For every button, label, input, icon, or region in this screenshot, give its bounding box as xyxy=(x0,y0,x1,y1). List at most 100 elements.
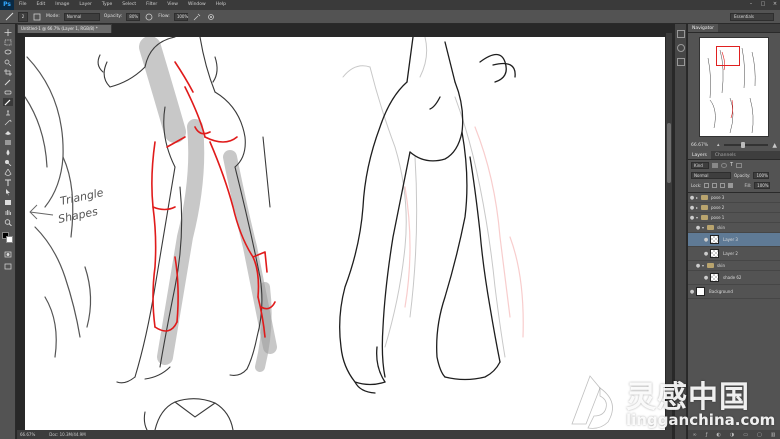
visibility-eye-icon[interactable]: ● xyxy=(688,205,696,211)
link-icon[interactable]: ∞ xyxy=(693,432,697,438)
hand-tool-icon[interactable] xyxy=(3,208,13,216)
visibility-eye-icon[interactable]: ● xyxy=(688,289,696,295)
tab-layers[interactable]: Layers xyxy=(688,151,711,159)
close-button[interactable]: × xyxy=(772,1,778,8)
navigator-zoom-slider[interactable] xyxy=(723,142,769,148)
fx-icon[interactable]: ƒ xyxy=(706,432,708,438)
tab-navigator[interactable]: Navigator xyxy=(688,24,719,32)
visibility-eye-icon[interactable]: ● xyxy=(694,225,702,231)
airbrush-icon[interactable] xyxy=(192,12,202,22)
shape-tool-icon[interactable] xyxy=(3,198,13,206)
menu-image[interactable]: Image xyxy=(50,0,74,10)
layer-row-selected[interactable]: ● Layer 3 xyxy=(688,233,780,247)
layer-row[interactable]: ● ▾ skin xyxy=(688,261,780,271)
menu-file[interactable]: File xyxy=(14,0,32,10)
minimize-button[interactable]: – xyxy=(748,1,754,8)
workspace-select[interactable]: Essentials xyxy=(730,13,774,21)
lock-pixels-icon[interactable] xyxy=(712,182,718,188)
menu-help[interactable]: Help xyxy=(211,0,231,10)
blend-mode-select[interactable]: Normal xyxy=(691,171,731,179)
menu-view[interactable]: View xyxy=(162,0,183,10)
pressure-opacity-icon[interactable] xyxy=(144,12,154,22)
adjustment-icon[interactable]: ◑ xyxy=(730,432,734,438)
lock-transparency-icon[interactable] xyxy=(704,182,710,188)
lock-position-icon[interactable] xyxy=(720,182,726,188)
zoom-in-icon[interactable]: ▲ xyxy=(772,142,777,149)
layer-row[interactable]: ● ▸ pose 3 xyxy=(688,193,780,203)
visibility-eye-icon[interactable]: ● xyxy=(702,251,710,257)
new-layer-icon[interactable]: ▢ xyxy=(757,432,762,438)
brush-tool-preset-icon[interactable] xyxy=(4,12,14,22)
menu-select[interactable]: Select xyxy=(117,0,141,10)
mask-icon[interactable]: ◐ xyxy=(716,432,720,438)
menu-edit[interactable]: Edit xyxy=(32,0,51,10)
layer-row[interactable]: ● ▾ pose 1 xyxy=(688,213,780,223)
fill-input[interactable]: 100% xyxy=(754,181,771,189)
marquee-tool-icon[interactable] xyxy=(3,38,13,46)
pen-tool-icon[interactable] xyxy=(3,168,13,176)
lock-all-icon[interactable] xyxy=(728,182,734,188)
tab-channels[interactable]: Channels xyxy=(711,151,740,159)
layer-opacity-input[interactable]: 100% xyxy=(753,171,770,179)
filter-pixel-icon[interactable] xyxy=(712,162,718,168)
zoom-out-icon[interactable]: ▴ xyxy=(717,142,720,148)
navigator-view-box[interactable] xyxy=(716,46,740,66)
zoom-tool-icon[interactable] xyxy=(3,218,13,226)
layer-row[interactable]: ● Layer 2 xyxy=(688,247,780,261)
menu-filter[interactable]: Filter xyxy=(141,0,162,10)
scrollbar-thumb[interactable] xyxy=(667,123,671,183)
visibility-eye-icon[interactable]: ● xyxy=(702,275,710,281)
clone-stamp-tool-icon[interactable] xyxy=(3,108,13,116)
gradient-tool-icon[interactable] xyxy=(3,138,13,146)
filter-shape-icon[interactable] xyxy=(736,162,743,168)
menu-window[interactable]: Window xyxy=(183,0,211,10)
screen-mode-icon[interactable] xyxy=(3,262,13,270)
pressure-size-icon[interactable] xyxy=(206,12,216,22)
navigator-zoom-value[interactable]: 66.67% xyxy=(691,143,713,148)
history-brush-tool-icon[interactable] xyxy=(3,118,13,126)
menu-type[interactable]: Type xyxy=(97,0,117,10)
brush-tool-icon[interactable] xyxy=(3,98,13,106)
document-tab[interactable]: Untitled-1 @ 66.7% (Layer 1, RGB/8) * xyxy=(17,24,112,33)
move-tool-icon[interactable] xyxy=(3,28,13,36)
quick-mask-icon[interactable] xyxy=(3,250,13,258)
filter-type-icon[interactable]: T xyxy=(730,162,733,168)
background-color-swatch[interactable] xyxy=(6,236,13,243)
blur-tool-icon[interactable] xyxy=(3,148,13,156)
status-zoom[interactable]: 66.67% xyxy=(20,430,35,439)
brush-presets-panel-icon[interactable] xyxy=(677,58,685,66)
drawing-canvas[interactable]: Triangle Shapes xyxy=(25,37,665,430)
path-selection-tool-icon[interactable] xyxy=(3,188,13,196)
visibility-eye-icon[interactable]: ● xyxy=(694,263,702,269)
history-panel-icon[interactable] xyxy=(677,30,685,38)
layer-row[interactable]: ● Background xyxy=(688,285,780,299)
dodge-tool-icon[interactable] xyxy=(3,158,13,166)
maximize-button[interactable]: □ xyxy=(760,1,766,8)
folder-icon[interactable]: ▭ xyxy=(743,432,748,438)
trash-icon[interactable]: ▥ xyxy=(771,432,776,438)
document-vertical-scrollbar[interactable] xyxy=(666,33,672,430)
layer-row[interactable]: ● ▾ skin xyxy=(688,223,780,233)
layer-row[interactable]: ● ▸ pose 2 xyxy=(688,203,780,213)
healing-brush-tool-icon[interactable] xyxy=(3,88,13,96)
quick-select-tool-icon[interactable] xyxy=(3,58,13,66)
layer-kind-filter[interactable]: Kind xyxy=(691,161,709,169)
flow-input[interactable]: 100% xyxy=(173,12,188,21)
visibility-eye-icon[interactable]: ● xyxy=(688,215,696,221)
crop-tool-icon[interactable] xyxy=(3,68,13,76)
color-panel-icon[interactable] xyxy=(677,44,685,52)
navigator-preview[interactable] xyxy=(699,37,769,137)
visibility-eye-icon[interactable]: ● xyxy=(688,195,696,201)
type-tool-icon[interactable] xyxy=(3,178,13,186)
slider-knob[interactable] xyxy=(741,142,746,148)
filter-adjustment-icon[interactable] xyxy=(721,162,727,168)
lasso-tool-icon[interactable] xyxy=(3,48,13,56)
opacity-input[interactable]: 80% xyxy=(126,12,141,21)
layer-row[interactable]: ● shade 62 xyxy=(688,271,780,285)
mode-select[interactable]: Normal xyxy=(63,12,100,21)
brush-panel-toggle-icon[interactable] xyxy=(32,12,42,22)
brush-size-picker[interactable]: 2 xyxy=(18,11,28,22)
visibility-eye-icon[interactable]: ● xyxy=(702,237,710,243)
eyedropper-tool-icon[interactable] xyxy=(3,78,13,86)
menu-layer[interactable]: Layer xyxy=(74,0,97,10)
